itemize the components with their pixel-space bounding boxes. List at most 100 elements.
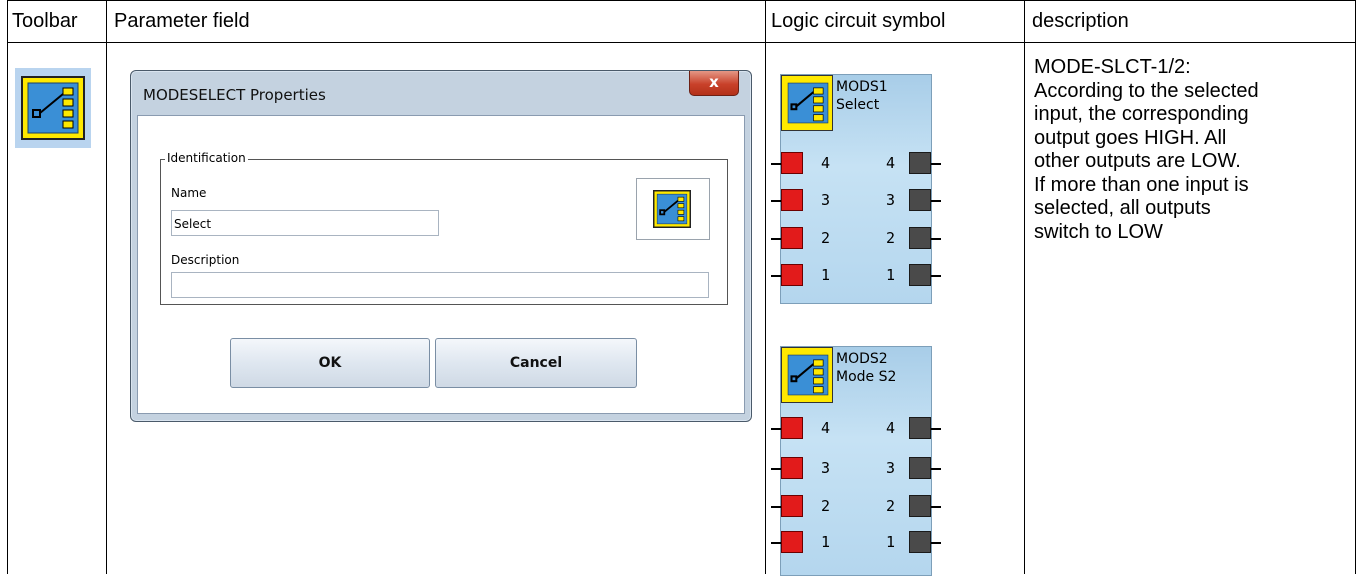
input-wire (771, 506, 781, 508)
dialog-title: MODESELECT Properties (143, 86, 326, 104)
input-pin-label: 3 (821, 191, 831, 209)
description-line: If more than one input is (1034, 173, 1249, 196)
pin-row: 3 3 (771, 457, 941, 483)
dialog-body: Identification Name Select Description O… (137, 115, 745, 414)
output-wire (931, 275, 941, 277)
pin-row: 4 4 (771, 417, 941, 443)
description-line: output goes HIGH. All (1034, 126, 1227, 149)
output-wire (931, 200, 941, 202)
input-pin[interactable] (781, 495, 803, 517)
block-name: Select (836, 97, 880, 113)
block-name: Mode S2 (836, 369, 897, 385)
output-wire (931, 468, 941, 470)
description-line: switch to LOW (1034, 220, 1163, 243)
input-wire (771, 275, 781, 277)
mode-select-icon (21, 76, 85, 140)
input-pin-label: 3 (821, 459, 831, 477)
properties-dialog: MODESELECT Properties x Identification N… (130, 70, 752, 422)
output-wire (931, 163, 941, 165)
table-header-divider (7, 42, 1356, 43)
output-pin-label: 1 (885, 266, 895, 284)
pin-row: 2 2 (771, 227, 941, 253)
description-line: other outputs are LOW. (1034, 150, 1241, 172)
output-pin[interactable] (909, 495, 931, 517)
table-border-right (1355, 0, 1356, 574)
output-pin[interactable] (909, 189, 931, 211)
input-wire (771, 542, 781, 544)
header-logic-circuit-symbol: Logic circuit symbol (771, 10, 946, 32)
group-label: Identification (165, 151, 248, 165)
output-pin[interactable] (909, 227, 931, 249)
pin-row: 4 4 (771, 152, 941, 178)
output-pin-label: 4 (885, 419, 895, 437)
output-pin-label: 2 (885, 229, 895, 247)
close-button[interactable]: x (689, 71, 739, 96)
description-line: selected, all outputs (1034, 197, 1211, 219)
header-description: description (1032, 10, 1129, 32)
output-wire (931, 542, 941, 544)
output-wire (931, 238, 941, 240)
input-wire (771, 238, 781, 240)
identification-group: Identification Name Select Description (160, 151, 728, 305)
input-pin-label: 2 (821, 229, 831, 247)
mode-select-icon (781, 75, 833, 131)
input-pin[interactable] (781, 417, 803, 439)
input-pin[interactable] (781, 264, 803, 286)
input-pin-label: 4 (821, 419, 831, 437)
output-pin[interactable] (909, 417, 931, 439)
description-line: According to the selected (1034, 79, 1259, 102)
block-icon-preview (636, 178, 710, 240)
input-pin[interactable] (781, 227, 803, 249)
input-pin-label: 2 (821, 497, 831, 515)
pin-row: 1 1 (771, 264, 941, 290)
table-divider (106, 0, 107, 574)
header-toolbar: Toolbar (12, 10, 78, 32)
name-field[interactable]: Select (171, 210, 439, 236)
pin-row: 1 1 (771, 531, 941, 557)
description-text: MODE-SLCT-1/2: According to the selected… (1034, 56, 1334, 244)
mode-select-icon (653, 190, 691, 228)
output-pin[interactable] (909, 531, 931, 553)
block-tag: MODS2 (836, 351, 888, 367)
logic-block-mods2[interactable]: MODS2 Mode S2 4 4 3 3 2 2 1 1 (771, 346, 941, 576)
input-pin[interactable] (781, 152, 803, 174)
input-pin-label: 1 (821, 533, 831, 551)
output-pin-label: 1 (885, 533, 895, 551)
input-pin-label: 4 (821, 154, 831, 172)
input-pin[interactable] (781, 457, 803, 479)
ok-button[interactable]: OK (230, 338, 430, 388)
description-label: Description (171, 253, 240, 267)
input-wire (771, 200, 781, 202)
input-wire (771, 468, 781, 470)
table-divider (765, 0, 766, 574)
output-pin[interactable] (909, 457, 931, 479)
pin-row: 2 2 (771, 495, 941, 521)
output-wire (931, 506, 941, 508)
mode-select-icon (781, 347, 833, 403)
input-wire (771, 428, 781, 430)
description-field[interactable] (171, 272, 709, 298)
output-pin-label: 3 (885, 191, 895, 209)
output-pin[interactable] (909, 264, 931, 286)
mode-select-toolbar-button[interactable] (15, 68, 91, 148)
close-icon: x (709, 73, 719, 91)
name-label: Name (171, 186, 207, 200)
logic-block-mods1[interactable]: MODS1 Select 4 4 3 3 2 2 1 1 (771, 74, 941, 304)
output-pin-label: 3 (885, 459, 895, 477)
table-border-left (7, 0, 8, 574)
input-pin-label: 1 (821, 266, 831, 284)
input-pin[interactable] (781, 531, 803, 553)
description-line: MODE-SLCT-1/2: (1034, 56, 1191, 78)
pin-row: 3 3 (771, 189, 941, 215)
block-tag: MODS1 (836, 79, 888, 95)
input-pin[interactable] (781, 189, 803, 211)
cancel-button[interactable]: Cancel (435, 338, 637, 388)
input-wire (771, 163, 781, 165)
header-parameter-field: Parameter field (114, 10, 250, 32)
output-pin-label: 2 (885, 497, 895, 515)
description-line: input, the corresponding (1034, 103, 1249, 125)
output-pin-label: 4 (885, 154, 895, 172)
output-wire (931, 428, 941, 430)
output-pin[interactable] (909, 152, 931, 174)
table-divider (1024, 0, 1025, 574)
